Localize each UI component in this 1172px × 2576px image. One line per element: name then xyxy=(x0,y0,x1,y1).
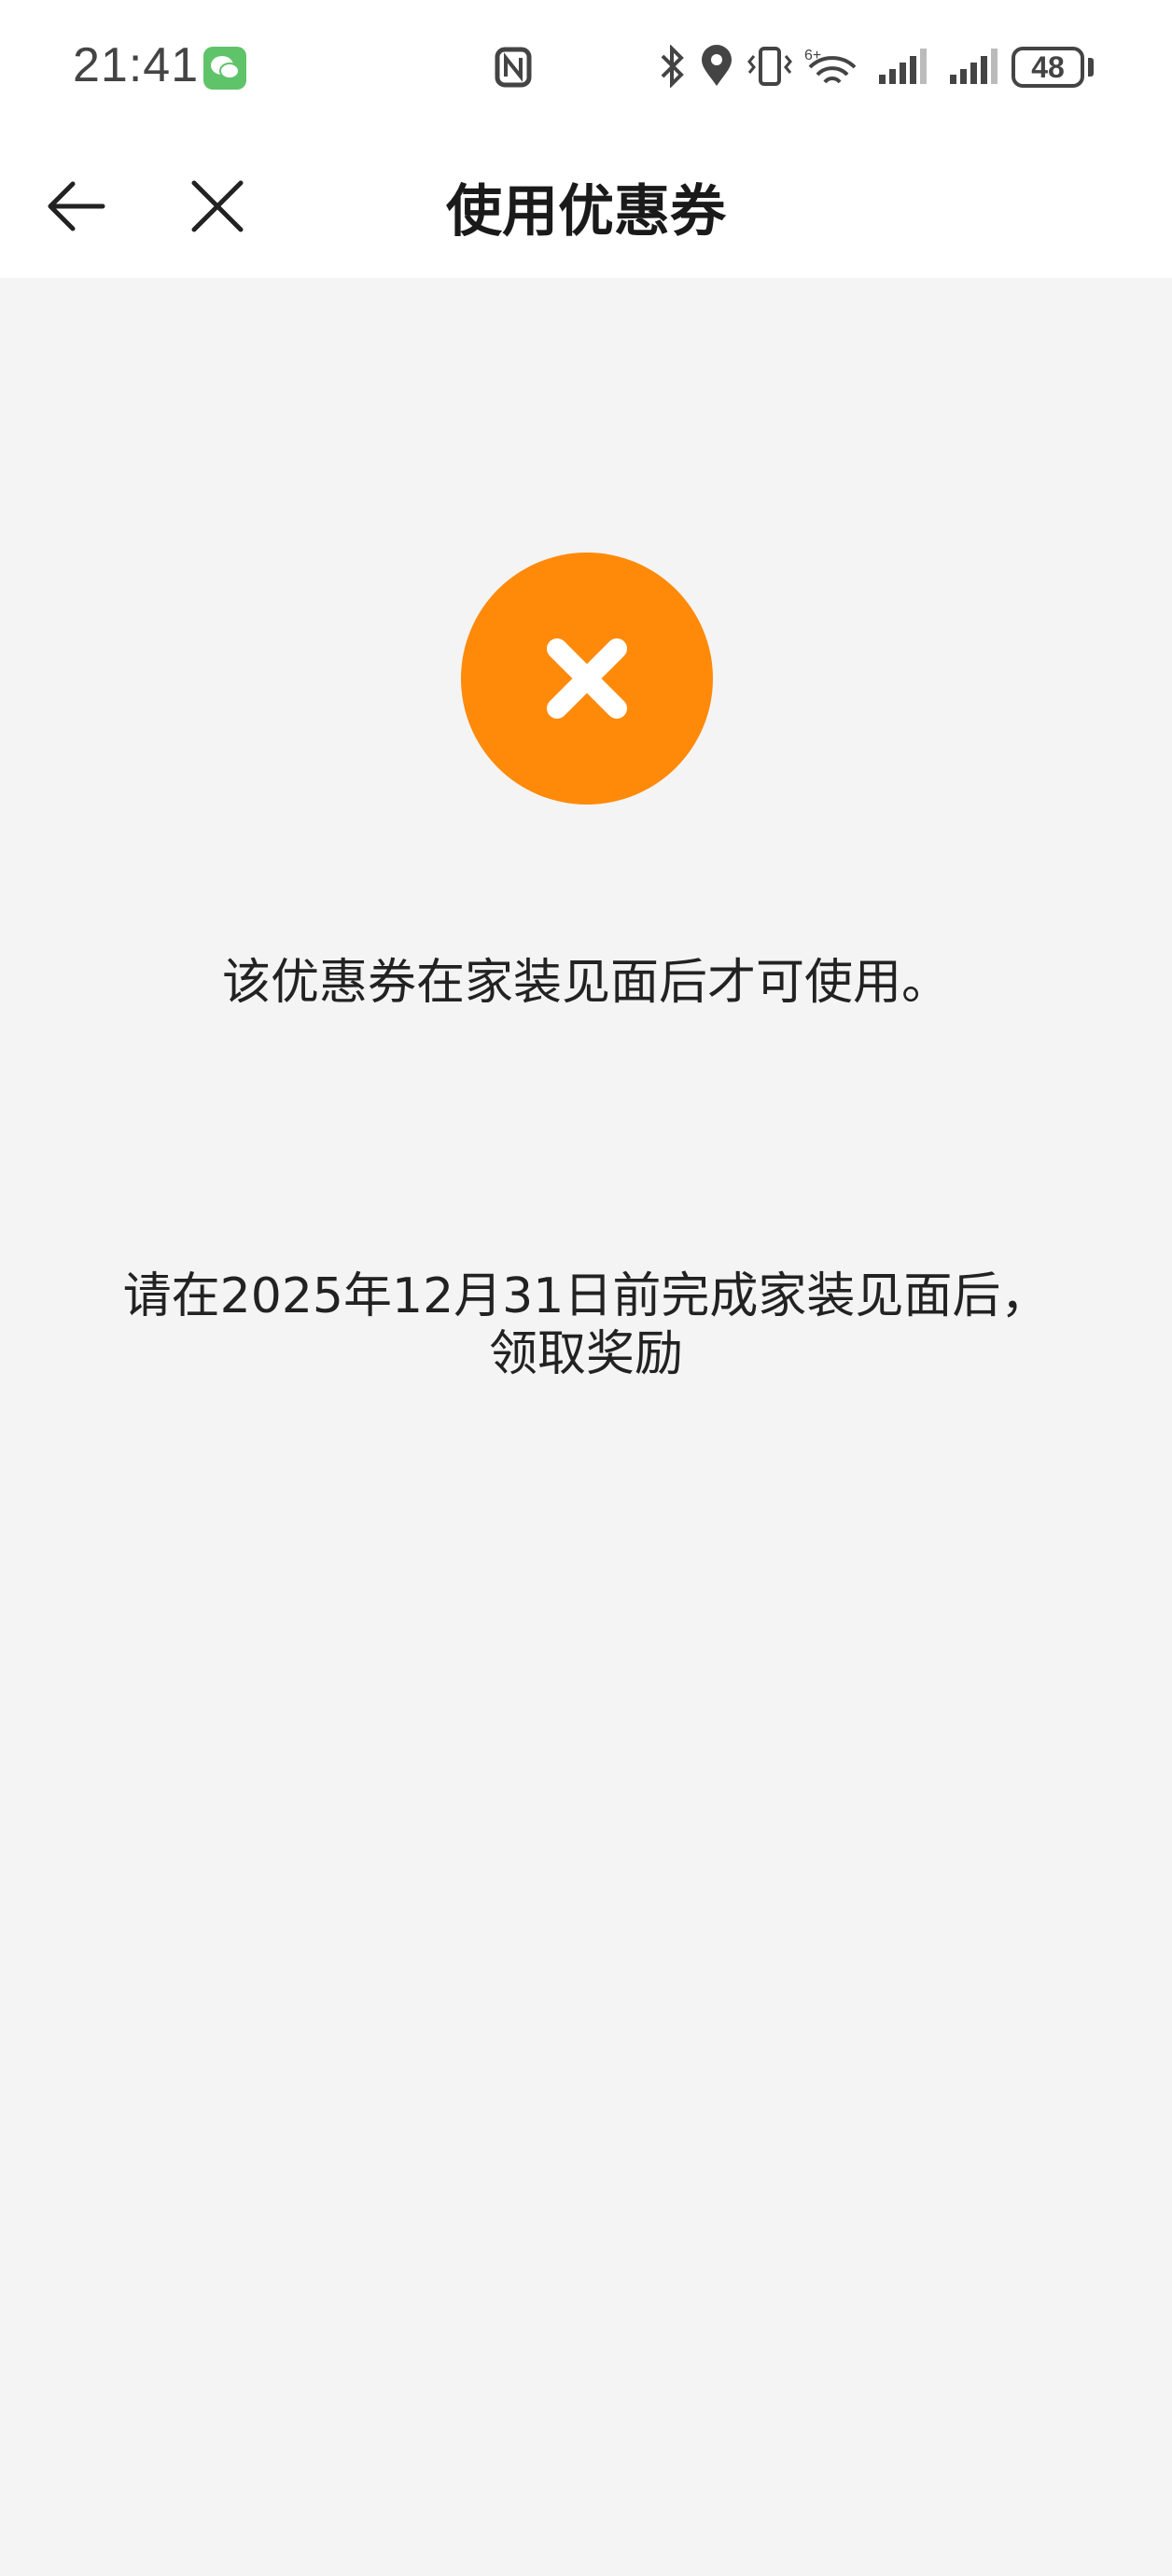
status-bar: 21:41 6+ 48 xyxy=(0,0,1172,134)
coupon-error-message: 该优惠券在家装见面后才可使用。 xyxy=(221,955,950,1011)
bluetooth-icon xyxy=(659,44,687,91)
deadline-line-1: 请在2025年12月31日前完成家装见面后， xyxy=(122,1268,1050,1324)
status-time: 21:41 xyxy=(73,38,200,92)
signal-icon xyxy=(877,45,929,91)
error-x-icon xyxy=(547,638,627,719)
nfc-icon xyxy=(495,47,532,91)
vibrate-icon xyxy=(746,45,793,91)
location-icon xyxy=(700,45,733,91)
page-title: 使用优惠券 xyxy=(446,179,726,245)
deadline-line-2: 领取奖励 xyxy=(488,1326,683,1382)
battery-indicator: 48 xyxy=(1012,47,1084,88)
battery-tip xyxy=(1088,58,1094,77)
deadline-notice: 请在2025年12月31日前完成家装见面后， 领取奖励 xyxy=(75,1267,1097,1383)
signal-icon xyxy=(948,45,1000,91)
wifi-icon: 6+ xyxy=(804,45,860,91)
wechat-icon xyxy=(203,47,246,90)
error-status-icon xyxy=(461,553,713,805)
nav-bar: 使用优惠券 xyxy=(0,134,1172,278)
